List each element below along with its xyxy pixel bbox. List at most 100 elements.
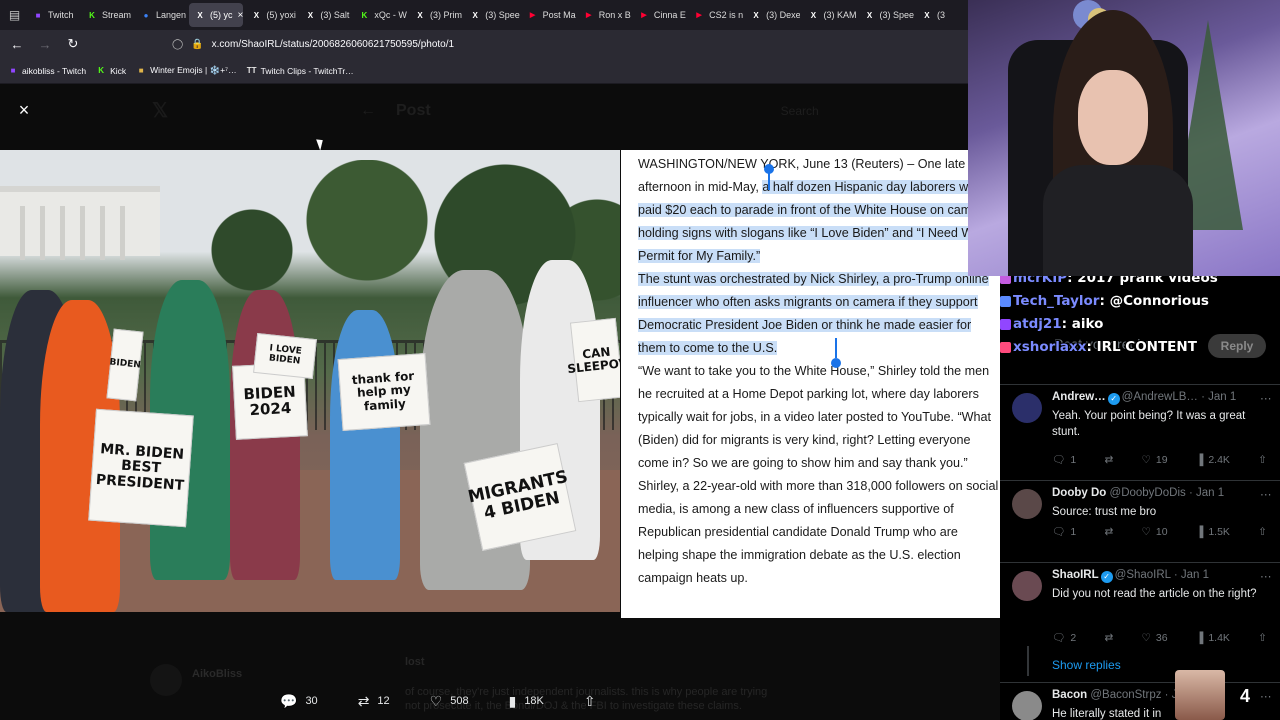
tab-close-icon[interactable]: ×: [238, 10, 244, 21]
repost-button[interactable]: ⇄: [1104, 631, 1113, 644]
more-options-icon[interactable]: ⋯: [1260, 487, 1272, 501]
close-icon[interactable]: ×: [14, 100, 34, 120]
repost-button[interactable]: ⇄: [1104, 525, 1113, 538]
streamer-shirt: [1043, 165, 1193, 276]
back-arrow-icon[interactable]: ←: [8, 35, 26, 53]
article-paragraph: The stunt was orchestrated by Nick Shirl…: [638, 268, 1000, 360]
like-count: 19: [1155, 453, 1168, 466]
bookmark-item[interactable]: K Kick: [96, 66, 126, 76]
comment-icon: 🗨: [1052, 526, 1066, 538]
reply-author-name: AikoBliss: [192, 668, 243, 680]
reply-author-name[interactable]: ShaoIRL: [1052, 569, 1099, 581]
browser-tab[interactable]: X (3) Spee: [859, 3, 914, 27]
browser-tab[interactable]: X (3) Prim: [409, 3, 462, 27]
bookmark-item[interactable]: ■ Winter Emojis | ❄️+⁷…: [136, 65, 237, 76]
reply-item[interactable]: Andrew… ✓ @AndrewLB… · Jan 1 ⋯ Yeah. Your po…: [1000, 384, 1280, 480]
like-count: 508: [450, 695, 469, 707]
twitchtracker-icon: TT: [246, 66, 257, 75]
views-button[interactable]: ▐ 2.4K: [1196, 453, 1230, 466]
reload-icon[interactable]: ↻: [64, 35, 82, 53]
browser-tab[interactable]: X (3: [916, 3, 968, 27]
like-button[interactable]: ♡ 10: [1142, 525, 1168, 538]
browser-tab[interactable]: X (5) yoxi: [245, 3, 297, 27]
browser-tab[interactable]: X (3) Salt: [299, 3, 351, 27]
reply-author-name[interactable]: Andrew…: [1052, 391, 1106, 403]
browser-tab[interactable]: X (3) Dexe: [745, 3, 800, 27]
browser-tab[interactable]: ▶ Cinna E: [633, 3, 686, 27]
selection-end-handle[interactable]: [831, 358, 841, 368]
browser-tab[interactable]: K Stream: [81, 3, 133, 27]
reply-header: Andrew… ✓ @AndrewLB… · Jan 1 ⋯: [1052, 391, 1272, 405]
reply-button[interactable]: 💬 30: [280, 693, 318, 710]
repost-button[interactable]: ⇄: [1104, 453, 1113, 466]
generic-icon: ●: [143, 10, 149, 20]
reply-item[interactable]: Dooby Do @DoobyDoDis · Jan 1 ⋯ Source: tru…: [1000, 480, 1280, 562]
like-button[interactable]: ♡ 19: [1142, 453, 1168, 466]
reply-date[interactable]: Jan 1: [1181, 569, 1209, 581]
bookmark-item[interactable]: TT Twitch Clips - TwitchTr…: [247, 66, 354, 76]
bookmark-item[interactable]: ■ aikobliss - Twitch: [8, 66, 87, 76]
highlighted-text: The stunt was orchestrated by Nick Shirl…: [638, 272, 989, 355]
selection-end-caret: [835, 338, 837, 358]
reply-author-name[interactable]: Dooby Do: [1052, 487, 1106, 499]
youtube-icon: ▶: [641, 12, 647, 19]
tracking-shield-icon[interactable]: ◯: [172, 39, 183, 50]
avatar[interactable]: [1012, 489, 1042, 519]
reply-handle[interactable]: @DoobyDoDis: [1110, 487, 1186, 499]
views-button[interactable]: ▐ 1.4K: [1196, 631, 1230, 644]
reply-button[interactable]: 🗨 1: [1052, 453, 1076, 467]
views-button[interactable]: ▮ 18K: [509, 693, 544, 710]
article-paragraph: Shirley, a 22-year-old with more than 31…: [638, 479, 999, 585]
browser-tab[interactable]: X (3) Spee: [464, 3, 520, 27]
show-replies-link[interactable]: Show replies: [1052, 658, 1121, 672]
reply-button[interactable]: 🗨 2: [1052, 631, 1076, 645]
reply-header: Dooby Do @DoobyDoDis · Jan 1 ⋯: [1052, 487, 1272, 501]
heart-icon: ♡: [1141, 525, 1151, 538]
browser-tab-label: (3) Dexe: [766, 10, 801, 20]
more-options-icon[interactable]: ⋯: [1260, 689, 1272, 703]
url-text[interactable]: x.com/ShaoIRL/status/2006826060621750595…: [212, 39, 454, 50]
browser-tab[interactable]: ■ Twitch: [27, 3, 79, 27]
article-excerpt: WASHINGTON/NEW YORK, June 13 (Reuters) –…: [621, 150, 1000, 618]
share-icon: ⇧: [1258, 453, 1267, 466]
browser-tab[interactable]: ▶ Ron x B: [578, 3, 631, 27]
browser-tab[interactable]: ▶ Post Ma: [522, 3, 576, 27]
reply-handle[interactable]: @BaconStrpz: [1090, 689, 1161, 701]
reply-date[interactable]: Jan 1: [1196, 487, 1224, 499]
reply-count: 30: [305, 695, 318, 707]
reply-handle[interactable]: @ShaoIRL: [1115, 569, 1171, 581]
kick-icon: K: [89, 10, 95, 20]
like-button[interactable]: ♡ 508: [430, 693, 469, 710]
share-button[interactable]: ⇧: [1258, 453, 1267, 466]
reply-author-name[interactable]: Bacon: [1052, 689, 1087, 701]
avatar[interactable]: [1012, 571, 1042, 601]
browser-tab[interactable]: X (3) KAM: [802, 3, 857, 27]
browser-tab[interactable]: ▶ CS2 is n: [688, 3, 743, 27]
share-button[interactable]: ⇧: [584, 693, 596, 710]
tab-list-icon[interactable]: ▤: [4, 3, 25, 27]
browser-tab[interactable]: KxQc - W: [353, 3, 407, 27]
address-bar[interactable]: ◯ 🔒 x.com/ShaoIRL/status/200682606062175…: [172, 39, 454, 50]
reply-item[interactable]: ShaoIRL ✓ @ShaoIRL · Jan 1 ⋯ Did you not rea…: [1000, 562, 1280, 682]
lock-icon[interactable]: 🔒: [191, 39, 203, 50]
forward-arrow-icon[interactable]: →: [36, 35, 54, 53]
like-button[interactable]: ♡ 36: [1142, 631, 1168, 644]
more-options-icon[interactable]: ⋯: [1260, 569, 1272, 583]
avatar[interactable]: [1012, 393, 1042, 423]
reply-item[interactable]: Bacon @BaconStrpz · Jan 1⋯He literally s…: [1000, 682, 1280, 720]
chat-text: 2017 prank videos: [1077, 276, 1218, 286]
browser-tab[interactable]: ● Langen: [135, 3, 187, 27]
reply-button[interactable]: 🗨 1: [1052, 525, 1076, 539]
bookmark-label: Kick: [110, 65, 127, 76]
share-button[interactable]: ⇧: [1258, 525, 1267, 538]
repost-icon: ⇄: [1104, 525, 1114, 538]
share-button[interactable]: ⇧: [1258, 631, 1267, 644]
avatar[interactable]: [1012, 691, 1042, 720]
reply-handle[interactable]: @AndrewLB…: [1122, 391, 1198, 403]
views-button[interactable]: ▐ 1.5K: [1196, 525, 1230, 538]
more-options-icon[interactable]: ⋯: [1260, 391, 1272, 405]
repost-button[interactable]: ⇄ 12: [358, 693, 390, 710]
browser-tab[interactable]: X (5) yc ×: [189, 3, 244, 27]
reply-date[interactable]: Jan 1: [1208, 391, 1236, 403]
post-photo[interactable]: MR. BIDEN BEST PRESIDENT BIDEN 2024 I LO…: [0, 150, 620, 612]
